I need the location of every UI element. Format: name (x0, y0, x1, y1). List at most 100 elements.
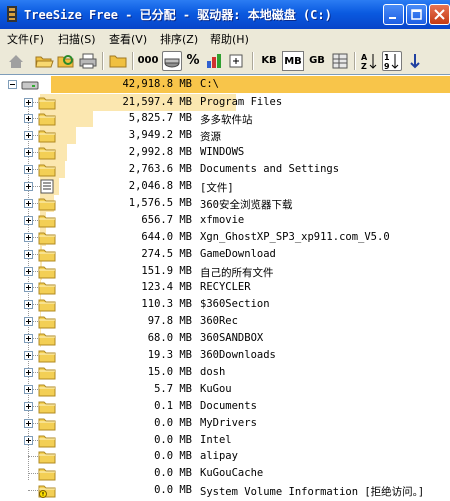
expand-button[interactable] (226, 51, 246, 71)
tree-row[interactable]: 15.0 MB dosh (0, 364, 450, 381)
tree-row[interactable]: 0.0 MB alipay (0, 448, 450, 465)
item-size: 274.5 MB (141, 247, 192, 260)
folder-icon (38, 282, 56, 295)
folder-icon (38, 435, 56, 447)
sort-by-size-button[interactable]: 19 (382, 51, 402, 71)
item-name: MyDrivers (200, 416, 257, 429)
menu-help[interactable]: 帮助(H) (210, 31, 249, 47)
tree-row[interactable]: 644.0 MB Xgn_GhostXP_SP3_xp911.com_V5.0 (0, 228, 450, 246)
expand-toggle[interactable] (24, 232, 33, 242)
menu-file[interactable]: 文件(F) (7, 31, 44, 47)
expand-toggle[interactable] (24, 317, 33, 327)
expand-toggle[interactable] (24, 148, 33, 158)
expand-toggle[interactable] (24, 165, 33, 175)
expand-toggle[interactable] (24, 198, 33, 208)
tree-row[interactable]: 0.0 MB System Volume Information [拒绝访问。] (0, 482, 450, 499)
tree-row[interactable]: 2,046.8 MB [文件] (0, 178, 450, 195)
open-folder-button[interactable] (34, 51, 54, 71)
maximize-button[interactable] (406, 4, 427, 25)
tree-row[interactable]: 97.8 MB 360Rec (0, 313, 450, 331)
directory-tree[interactable]: 42,918.8 MB C:\ 21,597.4 MB Program Files… (0, 74, 450, 501)
kb-button[interactable]: KB (258, 51, 280, 71)
size-view-button[interactable] (162, 51, 182, 71)
tree-row[interactable]: 110.3 MB $360Section (0, 296, 450, 314)
folder-icon (38, 113, 56, 126)
expand-toggle[interactable] (24, 266, 33, 276)
minimize-button[interactable] (383, 4, 404, 25)
grid-icon (332, 53, 348, 69)
tree-row[interactable]: 68.0 MB 360SANDBOX (0, 330, 450, 348)
sort-direction-button[interactable] (405, 51, 425, 71)
menu-view[interactable]: 查看(V) (109, 31, 147, 47)
folder-icon (38, 249, 56, 262)
expand-toggle[interactable] (24, 97, 33, 107)
tree-row[interactable]: 123.4 MB RECYCLER (0, 279, 450, 297)
folder-icon (38, 215, 56, 228)
item-size: 0.0 MB (154, 433, 192, 446)
home-button[interactable] (6, 51, 26, 71)
tree-row[interactable]: 151.9 MB 自己的所有文件 (0, 262, 450, 280)
tree-row[interactable]: 2,763.6 MB Documents and Settings (0, 161, 450, 179)
item-size: 123.4 MB (141, 281, 192, 294)
tree-row[interactable]: 0.1 MB Documents (0, 398, 450, 415)
item-size: 2,046.8 MB (128, 180, 192, 192)
print-button[interactable] (78, 51, 98, 71)
expand-toggle[interactable] (24, 283, 33, 293)
tree-row[interactable]: 0.0 MB KuGouCache (0, 465, 450, 482)
expand-toggle[interactable] (24, 131, 33, 141)
item-size: 0.0 MB (154, 467, 192, 480)
item-size: 110.3 MB (141, 298, 192, 311)
tree-row[interactable]: 5.7 MB KuGou (0, 381, 450, 398)
refresh-button[interactable] (56, 51, 76, 71)
expand-toggle[interactable] (24, 249, 33, 259)
tree-row[interactable]: 2,992.8 MB WINDOWS (0, 144, 450, 162)
mb-button[interactable]: MB (282, 51, 304, 71)
expand-toggle[interactable] (24, 114, 33, 124)
expand-toggle[interactable] (24, 367, 33, 377)
root-size: 42,918.8 MB (122, 78, 192, 90)
item-name: alipay (200, 450, 238, 463)
folder-icon (38, 333, 56, 346)
close-button[interactable] (429, 4, 450, 25)
expand-toggle[interactable] (24, 215, 33, 225)
tree-row[interactable]: 656.7 MB xfmovie (0, 211, 450, 229)
tree-row[interactable]: 5,825.7 MB 多多软件站 (0, 110, 450, 128)
root-row[interactable]: 42,918.8 MB C:\ (0, 76, 450, 93)
folder-icon (38, 97, 56, 109)
tree-row[interactable]: 19.3 MB 360Downloads (0, 347, 450, 364)
folder-icon (38, 299, 56, 312)
tree-row[interactable]: 274.5 MB GameDownload (0, 245, 450, 263)
file-count-button[interactable]: 000 (137, 51, 159, 71)
tree-row[interactable]: 21,597.4 MB Program Files (0, 93, 450, 111)
expand-toggle[interactable] (24, 435, 33, 445)
folder-icon (109, 55, 127, 68)
collapse-toggle[interactable] (8, 80, 17, 89)
auto-unit-button[interactable] (330, 51, 350, 71)
expand-toggle[interactable] (24, 334, 33, 344)
item-name: Program Files (200, 95, 283, 108)
tree-row[interactable]: 1,576.5 MB 360安全浏览器下载 (0, 194, 450, 212)
tree-row[interactable]: 0.0 MB Intel (0, 432, 450, 449)
expand-toggle[interactable] (24, 401, 33, 411)
tree-row[interactable]: 0.0 MB MyDrivers (0, 415, 450, 432)
item-name: Documents and Settings (200, 163, 340, 176)
expand-toggle[interactable] (24, 351, 33, 360)
menu-scan[interactable]: 扫描(S) (58, 31, 96, 47)
folder-button[interactable] (108, 51, 128, 71)
percent-view-button[interactable]: % (185, 51, 201, 71)
svg-text:Z: Z (361, 62, 367, 71)
item-size: 68.0 MB (147, 332, 192, 345)
expand-toggle[interactable] (24, 384, 33, 394)
expand-toggle[interactable] (24, 182, 33, 191)
title-bar[interactable]: TreeSize Free - 已分配 - 驱动器: 本地磁盘 (C:) (0, 0, 450, 29)
expand-toggle[interactable] (24, 418, 33, 428)
sort-by-name-button[interactable]: AZ (359, 51, 379, 71)
expand-toggle[interactable] (24, 300, 33, 310)
menu-sort[interactable]: 排序(Z) (160, 31, 198, 47)
item-name: RECYCLER (200, 281, 251, 294)
gb-button[interactable]: GB (306, 51, 328, 71)
item-name: 多多软件站 (200, 114, 253, 127)
tree-row[interactable]: 3,949.2 MB 资源 (0, 127, 450, 145)
chart-button[interactable] (204, 51, 224, 71)
item-size: 0.0 MB (154, 484, 192, 497)
